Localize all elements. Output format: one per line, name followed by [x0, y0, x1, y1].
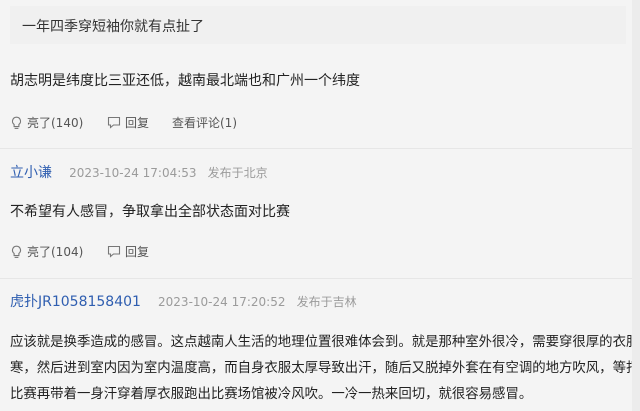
username-link[interactable]: 立小谦: [10, 165, 52, 181]
quoted-reply: 一年四季穿短袖你就有点扯了: [10, 6, 626, 44]
comment-text: 应该就是换季造成的感冒。这点越南人生活的地理位置很难体会到。就是那种室外很冷，需…: [10, 330, 640, 408]
comment-divider: [0, 278, 632, 279]
comment-time: 2023-10-24 17:04:53: [69, 166, 197, 180]
comment-meta: 立小谦 2023-10-24 17:04:53 发布于北京: [10, 162, 268, 181]
like-count: 亮了(140): [27, 116, 84, 130]
like-button[interactable]: 亮了(104): [10, 243, 83, 260]
comment-text-line: 寒，然后进到室内因为室内温度高，而自身衣服太厚导致出汗，随后又脱掉外套在有空调的…: [10, 361, 640, 376]
reply-label: 回复: [125, 245, 150, 259]
comment-text-line: 应该就是换季造成的感冒。这点越南人生活的地理位置很难体会到。就是那种室外很冷，需…: [10, 335, 640, 350]
reply-icon: [107, 245, 121, 258]
like-count: 亮了(104): [27, 245, 84, 259]
reply-icon: [107, 116, 121, 129]
view-replies-link[interactable]: 查看评论(1): [172, 114, 237, 131]
comment-location: 发布于北京: [207, 166, 268, 180]
comment-time: 2023-10-24 17:20:52: [158, 295, 286, 309]
comment-thread: 一年四季穿短袖你就有点扯了 胡志明是纬度比三亚还低，越南最北端也和广州一个纬度 …: [0, 0, 640, 411]
lightbulb-icon: [11, 245, 22, 258]
comment-text-line: 比赛再带着一身汗穿着厚衣服跑出比赛场馆被冷风吹。一冷一热来回切，就很容易感冒。: [10, 387, 533, 402]
reply-label: 回复: [125, 116, 150, 130]
lightbulb-icon: [11, 116, 22, 129]
like-button[interactable]: 亮了(140): [10, 114, 83, 131]
comment-text: 不希望有人感冒，争取拿出全部状态面对比赛: [10, 204, 290, 220]
comment-location: 发布于吉林: [296, 295, 357, 309]
reply-button[interactable]: 回复: [107, 243, 149, 260]
view-replies-label: 查看评论(1): [172, 116, 237, 130]
username-link[interactable]: 虎扑JR1058158401: [10, 294, 141, 310]
comment-divider: [0, 148, 632, 149]
quoted-reply-text: 一年四季穿短袖你就有点扯了: [22, 19, 204, 35]
comment-text: 胡志明是纬度比三亚还低，越南最北端也和广州一个纬度: [10, 73, 360, 89]
scrollbar[interactable]: [632, 0, 640, 411]
reply-button[interactable]: 回复: [107, 114, 149, 131]
comment-meta: 虎扑JR1058158401 2023-10-24 17:20:52 发布于吉林: [10, 291, 357, 310]
